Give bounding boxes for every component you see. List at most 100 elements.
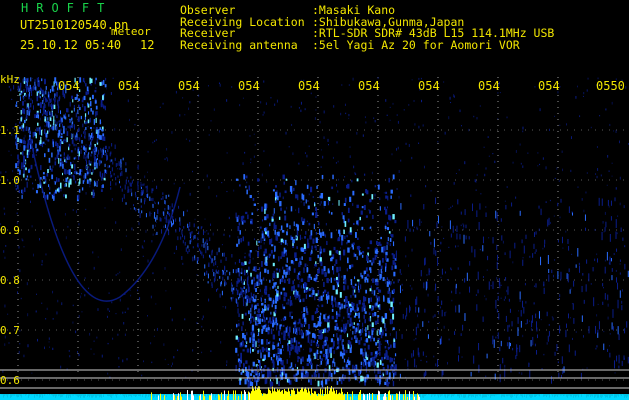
meteor-echo (89, 97, 91, 101)
doppler-streak (84, 131, 86, 135)
power-bar (377, 395, 378, 400)
meteor-echo (392, 288, 395, 293)
meteor-echo (245, 366, 247, 372)
meteor-echo (357, 279, 360, 282)
meteor-echo (347, 257, 349, 264)
doppler-streak (101, 153, 103, 159)
doppler-streak (241, 268, 243, 273)
meteor-echo (367, 246, 370, 250)
meteor-echo (620, 227, 622, 233)
meteor-echo (535, 313, 537, 319)
meteor-echo (292, 280, 295, 285)
power-bar (558, 395, 559, 400)
doppler-streak (214, 256, 216, 261)
meteor-echo (618, 333, 620, 341)
noise-speckle (147, 150, 149, 153)
power-bar (301, 387, 302, 400)
meteor-echo (384, 313, 388, 319)
meteor-echo (323, 266, 326, 272)
meteor-echo (82, 103, 84, 108)
doppler-streak (83, 151, 85, 155)
meteor-echo (250, 307, 252, 313)
power-bar (489, 394, 490, 400)
doppler-streak (43, 91, 45, 96)
noise-speckle (578, 262, 580, 266)
power-bar (82, 395, 83, 400)
power-bar (117, 395, 118, 400)
noise-speckle (624, 245, 626, 248)
power-bar (413, 391, 414, 400)
meteor-echo (66, 170, 69, 175)
noise-speckle (625, 86, 627, 89)
meteor-echo (77, 148, 79, 154)
meteor-echo (395, 331, 397, 340)
meteor-echo (611, 322, 613, 330)
power-bar (341, 387, 342, 400)
power-bar (541, 394, 542, 400)
power-bar (65, 394, 66, 400)
meteor-echo (437, 257, 439, 266)
meteor-echo (281, 345, 284, 349)
noise-speckle (474, 179, 476, 182)
power-bar (479, 395, 480, 400)
power-bar (444, 396, 445, 400)
meteor-echo (261, 302, 264, 306)
noise-speckle (341, 84, 343, 86)
meteor-echo (394, 371, 397, 376)
doppler-streak (85, 156, 87, 162)
meteor-echo (423, 204, 425, 210)
power-bar (90, 395, 91, 400)
meteor-echo (52, 125, 55, 131)
power-bar (596, 395, 597, 400)
noise-speckle (355, 173, 357, 176)
meteor-echo (267, 324, 270, 328)
meteor-echo (316, 368, 319, 373)
power-bar (216, 395, 217, 400)
noise-speckle (411, 79, 413, 81)
meteor-echo (317, 321, 320, 327)
noise-speckle (153, 335, 155, 337)
noise-speckle (402, 288, 404, 292)
meteor-echo (250, 373, 253, 376)
meteor-echo (23, 155, 26, 161)
meteor-echo (322, 248, 326, 253)
meteor-echo (297, 277, 300, 281)
power-bar (281, 390, 282, 400)
meteor-echo (344, 296, 348, 300)
noise-speckle (142, 255, 144, 258)
meteor-echo (235, 269, 238, 274)
meteor-echo (380, 268, 382, 274)
meteor-echo (397, 279, 399, 283)
doppler-streak (120, 159, 122, 163)
meteor-echo (369, 198, 372, 203)
noise-speckle (106, 88, 108, 90)
meteor-echo (605, 221, 607, 228)
power-bar (257, 388, 258, 400)
power-bar (132, 395, 133, 400)
meteor-echo (57, 133, 60, 138)
meteor-echo (299, 257, 301, 261)
meteor-echo (52, 141, 55, 148)
power-bar (499, 394, 500, 400)
power-bar (497, 394, 498, 400)
meteor-echo (528, 362, 530, 367)
power-bar (177, 396, 178, 400)
noise-speckle (333, 105, 335, 108)
meteor-echo (262, 312, 265, 318)
power-bar (88, 395, 89, 400)
power-bar (496, 395, 497, 400)
meteor-echo (330, 232, 333, 239)
meteor-echo (348, 376, 350, 382)
meteor-echo (374, 312, 377, 317)
noise-speckle (89, 332, 91, 336)
noise-speckle (603, 231, 605, 233)
meteor-echo (426, 281, 428, 289)
noise-speckle (89, 185, 91, 188)
meteor-echo (320, 380, 324, 386)
noise-speckle (386, 114, 388, 117)
meteor-echo (359, 217, 361, 221)
meteor-echo (26, 109, 28, 116)
power-bar (462, 394, 463, 400)
meteor-echo (370, 285, 372, 289)
noise-speckle (84, 277, 86, 279)
